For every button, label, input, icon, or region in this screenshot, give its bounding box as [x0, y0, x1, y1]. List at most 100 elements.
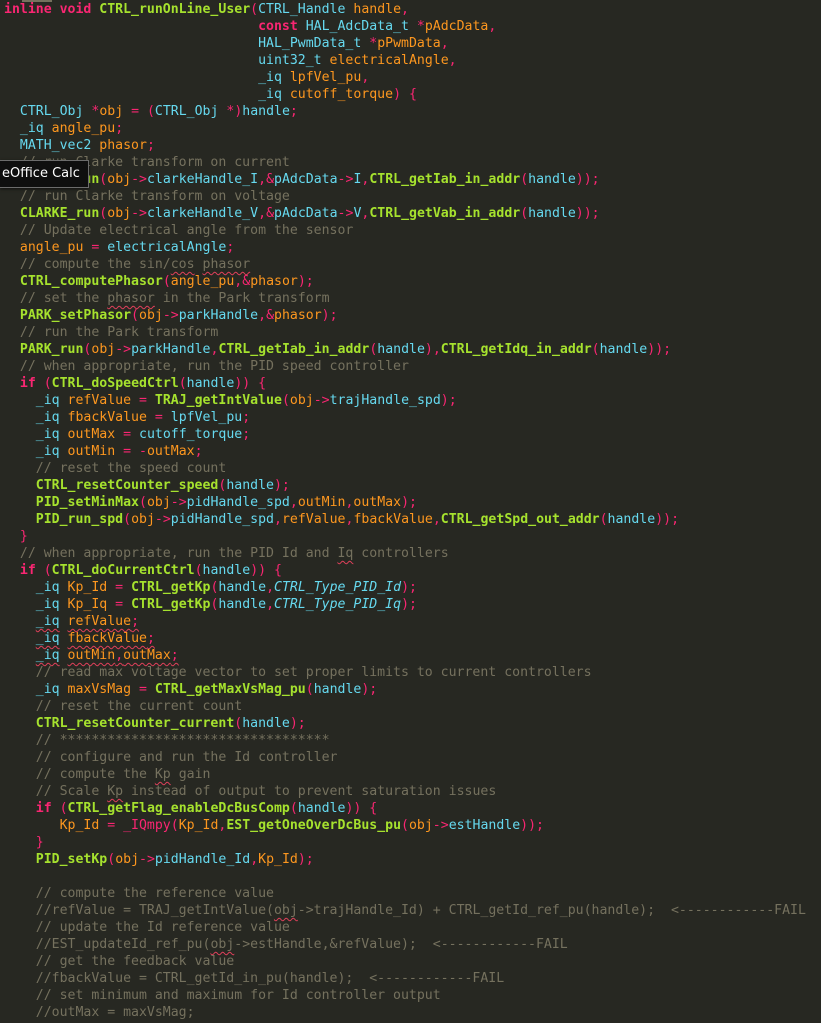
- code-editor[interactable]: inline void CTRL_runOnLine_User(CTRL_Han…: [0, 0, 821, 1023]
- code-line[interactable]: _iq outMin,outMax;: [4, 647, 179, 664]
- code-token: =: [107, 597, 132, 612]
- code-line[interactable]: _iq cutoff_torque) {: [4, 86, 417, 103]
- code-token: obj: [210, 937, 235, 952]
- code-line[interactable]: //refValue = TRAJ_getIntValue(obj->trajH…: [4, 902, 806, 919]
- code-line[interactable]: _iq outMin = -outMax;: [4, 443, 203, 460]
- code-line[interactable]: _iq maxVsMag = CTRL_getMaxVsMag_pu(handl…: [4, 681, 377, 698]
- code-token: outMax: [59, 427, 116, 442]
- code-line[interactable]: // Update electrical angle from the sens…: [4, 222, 353, 239]
- code-token: _iq: [35, 648, 60, 663]
- code-line[interactable]: // **********************************: [4, 732, 330, 749]
- code-line[interactable]: PARK_setPhasor(obj->parkHandle,&phasor);: [4, 307, 338, 324]
- code-line[interactable]: _iq fbackValue;: [4, 630, 155, 647]
- code-token: PARK_run: [19, 342, 84, 357]
- code-token: handle: [218, 580, 267, 595]
- code-line[interactable]: HAL_PwmData_t *pPwmData,: [4, 35, 449, 52]
- code-token: );: [273, 478, 290, 493]
- code-line[interactable]: CLARKE_run(obj->clarkeHandle_V,&pAdcData…: [4, 205, 600, 222]
- code-line[interactable]: // set the phasor in the Park transform: [4, 290, 330, 307]
- code-line[interactable]: CTRL_resetCounter_speed(handle);: [4, 477, 290, 494]
- code-line[interactable]: _iq Kp_Iq = CTRL_getKp(handle,CTRL_Type_…: [4, 596, 417, 613]
- code-token: // get the feedback value: [4, 954, 235, 969]
- code-line[interactable]: _iq refValue = TRAJ_getIntValue(obj->tra…: [4, 392, 457, 409]
- code-line[interactable]: // set minimum and maximum for Id contro…: [4, 987, 441, 1004]
- code-line[interactable]: _iq refValue;: [4, 613, 139, 630]
- code-line[interactable]: // reset the current count: [4, 698, 242, 715]
- code-line[interactable]: // update the Id reference value: [4, 919, 290, 936]
- code-line[interactable]: PARK_run(obj->parkHandle,CTRL_getIab_in_…: [4, 341, 671, 358]
- code-line[interactable]: Kp_Id = _IQmpy(Kp_Id,EST_getOneOverDcBus…: [4, 817, 544, 834]
- code-line[interactable]: //fbackValue = CTRL_getId_in_pu(handle);…: [4, 970, 504, 987]
- code-token: Kp: [107, 784, 124, 799]
- code-token: ,: [361, 70, 370, 85]
- code-line[interactable]: // run Clarke transform on voltage: [4, 188, 290, 205]
- code-line[interactable]: //outMax = maxVsMag;: [4, 1004, 195, 1021]
- code-line[interactable]: // when appropriate, run the PID speed c…: [4, 358, 409, 375]
- code-token: pidHandle_spd: [170, 512, 274, 527]
- code-line[interactable]: // configure and run the Id controller: [4, 749, 338, 766]
- code-line[interactable]: _iq Kp_Id = CTRL_getKp(handle,CTRL_Type_…: [4, 579, 417, 596]
- code-line[interactable]: _iq fbackValue = lpfVel_pu;: [4, 409, 250, 426]
- code-line[interactable]: // get the feedback value: [4, 953, 235, 970]
- code-line[interactable]: CLARKE_run(obj->clarkeHandle_I,&pAdcData…: [4, 171, 600, 188]
- code-line[interactable]: inline void CTRL_runOnLine_User(CTRL_Han…: [4, 1, 409, 18]
- code-token: // compute the: [4, 767, 155, 782]
- code-line[interactable]: CTRL_resetCounter_current(handle);: [4, 715, 306, 732]
- code-line[interactable]: PID_run_spd(obj->pidHandle_spd,refValue,…: [4, 511, 679, 528]
- code-line[interactable]: CTRL_computePhasor(angle_pu,&phasor);: [4, 273, 314, 290]
- code-line[interactable]: uint32_t electricalAngle,: [4, 52, 457, 69]
- code-token: (: [520, 206, 529, 221]
- code-token: *): [226, 104, 243, 119]
- code-line[interactable]: // when appropriate, run the PID Id and …: [4, 545, 449, 562]
- code-line[interactable]: CTRL_Obj *obj = (CTRL_Obj *)handle;: [4, 103, 298, 120]
- code-line[interactable]: //EST_updateId_ref_pu(obj->estHandle,&re…: [4, 936, 568, 953]
- code-line[interactable]: angle_pu = electricalAngle;: [4, 239, 234, 256]
- code-line[interactable]: const HAL_AdcData_t *pAdcData,: [4, 18, 496, 35]
- code-token: CTRL_getMaxVsMag_pu: [154, 682, 306, 697]
- code-line[interactable]: }: [4, 834, 44, 851]
- code-line[interactable]: if (CTRL_doSpeedCtrl(handle)) {: [4, 375, 266, 392]
- code-token: CTRL_Type_PID_Iq: [274, 597, 402, 612]
- code-line[interactable]: // run the Park transform: [4, 324, 219, 341]
- code-token: fbackValue: [67, 631, 147, 646]
- code-token: (: [599, 512, 608, 527]
- code-token: // run Clarke transform on voltage: [4, 189, 290, 204]
- code-line[interactable]: if (CTRL_getFlag_enableDcBusComp(handle)…: [4, 800, 377, 817]
- code-token: fbackValue: [353, 512, 433, 527]
- code-token: Kp_Iq: [59, 597, 108, 612]
- code-line[interactable]: PID_setMinMax(obj->pidHandle_spd,outMin,…: [4, 494, 417, 511]
- code-token: ,&: [258, 206, 275, 221]
- code-token: Kp_Id: [59, 580, 108, 595]
- code-line[interactable]: if (CTRL_doCurrentCtrl(handle)) {: [4, 562, 282, 579]
- code-token: ->trajHandle_Id) + CTRL_getId_ref_pu(han…: [297, 903, 806, 918]
- code-line[interactable]: }: [4, 528, 28, 545]
- code-line[interactable]: _iq lpfVel_pu,: [4, 69, 369, 86]
- code-token: (: [131, 308, 139, 323]
- code-token: pidHandle_spd: [186, 495, 290, 510]
- code-line[interactable]: // compute the Kp gain: [4, 766, 211, 783]
- code-token: ;: [170, 648, 179, 663]
- code-line[interactable]: // reset the speed count: [4, 460, 227, 477]
- code-line[interactable]: PID_setKp(obj->pidHandle_Id,Kp_Id);: [4, 851, 314, 868]
- code-line[interactable]: _iq angle_pu;: [4, 120, 123, 137]
- code-token: handle: [345, 2, 402, 17]
- code-line[interactable]: MATH_vec2 phasor;: [4, 137, 155, 154]
- code-token: maxVsMag: [59, 682, 132, 697]
- code-line[interactable]: // compute the sin/cos phasor: [4, 256, 250, 273]
- code-token: CTRL_doCurrentCtrl: [51, 563, 195, 578]
- code-line[interactable]: _iq outMax = cutoff_torque;: [4, 426, 250, 443]
- code-line[interactable]: // compute the reference value: [4, 885, 274, 902]
- code-line[interactable]: // Scale Kp instead of output to prevent…: [4, 783, 497, 800]
- code-line[interactable]: // read max voltage vector to set proper…: [4, 664, 592, 681]
